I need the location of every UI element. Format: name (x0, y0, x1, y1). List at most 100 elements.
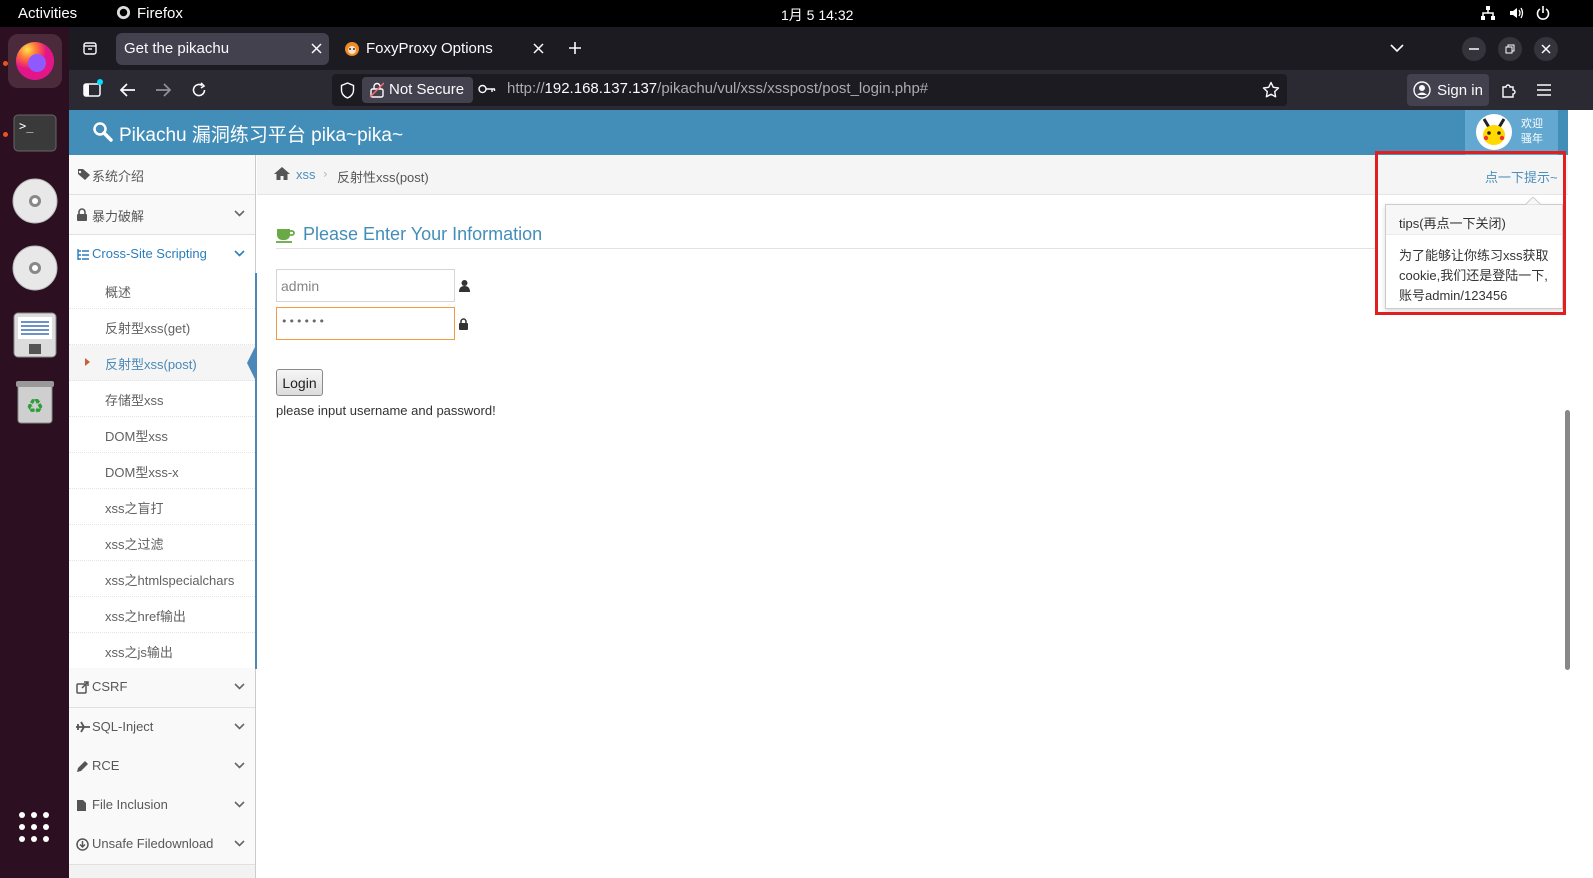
sidebar-item-sql-inject[interactable]: SQL-Inject (69, 708, 255, 748)
breadcrumb-parent-link[interactable]: xss (296, 167, 316, 182)
subitem-label: 反射型xss(get) (105, 321, 191, 336)
tracking-shield-icon[interactable] (340, 82, 355, 99)
dock-disc-icon-2[interactable] (8, 241, 62, 295)
chevron-down-icon (234, 723, 245, 730)
tab-get-the-pikachu[interactable]: Get the pikachu (116, 33, 329, 65)
new-tab-plus-icon[interactable] (562, 35, 588, 61)
sidebar-item-csrf[interactable]: CSRF (69, 668, 255, 708)
sidebar-item-unsafe-filedownload[interactable]: Unsafe Filedownload (69, 825, 255, 865)
firefox-view-icon[interactable] (77, 35, 103, 61)
clock[interactable]: 1月 5 14:32 (781, 5, 853, 25)
power-icon[interactable] (1535, 5, 1551, 21)
chevron-down-icon (234, 840, 245, 847)
sidebar-item-rce[interactable]: RCE (69, 747, 255, 787)
sidebar-subitem-xss-dom-x[interactable]: DOM型xss-x (69, 453, 255, 489)
dock-trash-icon[interactable]: ♻ (8, 375, 62, 429)
sidebar-subitem-xss-stored[interactable]: 存储型xss (69, 381, 255, 417)
password-value: •••••• (281, 315, 326, 328)
main-content: Please Enter Your Information admin ••••… (257, 195, 1568, 878)
firefox-small-icon (116, 5, 131, 20)
sidebar-subitem-xss-get[interactable]: 反射型xss(get) (69, 309, 255, 345)
sidebar-item-bruteforce[interactable]: 暴力破解 (69, 195, 255, 235)
subitem-label: xss之js输出 (105, 645, 173, 660)
coffee-cup-icon (276, 228, 295, 243)
welcome-line-2: 骚年 (1521, 132, 1543, 145)
login-button[interactable]: Login (276, 369, 323, 396)
bookmark-star-icon[interactable] (1262, 81, 1280, 99)
tab-close-icon[interactable] (533, 43, 544, 54)
site-title[interactable]: Pikachu 漏洞练习平台 pika~pika~ (119, 120, 403, 147)
password-input[interactable]: •••••• (276, 307, 455, 340)
sidebar-subitem-xss-dom[interactable]: DOM型xss (69, 417, 255, 453)
username-input[interactable]: admin (276, 269, 455, 302)
subitem-label: DOM型xss (105, 429, 168, 444)
breadcrumb: xss › 反射性xss(post) 点一下提示~ (257, 155, 1568, 195)
sidebar-subitem-xss-filter[interactable]: xss之过滤 (69, 525, 255, 561)
browser-tab-bar: Get the pikachu FoxyProxy Options (69, 27, 1593, 70)
reload-icon[interactable] (186, 77, 212, 103)
tab-foxyproxy-options[interactable]: FoxyProxy Options (337, 33, 550, 65)
close-window-icon[interactable] (1534, 37, 1558, 61)
volume-icon[interactable] (1508, 5, 1524, 21)
svg-text:>_: >_ (19, 119, 34, 133)
username-value: admin (281, 278, 320, 294)
sidebar-item-intro[interactable]: 系统介绍 (69, 155, 255, 195)
extensions-puzzle-icon[interactable] (1496, 77, 1522, 103)
sidebar-subitem-xss-href[interactable]: xss之href输出 (69, 597, 255, 633)
sidebar-item-file-inclusion[interactable]: File Inclusion (69, 786, 255, 826)
sidebar-subitem-xss-blind[interactable]: xss之盲打 (69, 489, 255, 525)
app-menu-label[interactable]: Firefox (137, 5, 183, 22)
tab-title: FoxyProxy Options (366, 40, 493, 57)
hamburger-menu-icon[interactable] (1531, 77, 1557, 103)
running-indicator (3, 132, 8, 137)
url-text: http://192.168.137.137/pikachu/vul/xss/x… (507, 80, 928, 97)
svg-text:♻: ♻ (26, 394, 44, 418)
show-apps-grid-icon[interactable] (18, 811, 51, 844)
sidebar-subitem-xss-htmlspecialchars[interactable]: xss之htmlspecialchars (69, 561, 255, 597)
page-scrollbar[interactable] (1565, 110, 1593, 878)
insecure-lock-icon (370, 82, 384, 98)
sidebar-subitem-xss-post[interactable]: 反射型xss(post) (69, 345, 256, 381)
subitem-label: xss之盲打 (105, 501, 164, 516)
chevron-down-icon (234, 210, 245, 217)
sign-in-label: Sign in (1437, 81, 1483, 99)
lock-icon (459, 318, 468, 330)
sidebar-item-label: SQL-Inject (92, 719, 154, 734)
status-message: please input username and password! (276, 403, 496, 418)
sidebar-item-label: Unsafe Filedownload (92, 836, 214, 851)
network-icon[interactable] (1480, 5, 1496, 21)
breadcrumb-current: 反射性xss(post) (337, 170, 429, 185)
home-icon[interactable] (273, 166, 291, 181)
forward-arrow-icon[interactable] (150, 77, 176, 103)
pencil-icon (76, 760, 89, 773)
back-arrow-icon[interactable] (115, 77, 141, 103)
sidebar-toggle-icon[interactable] (79, 77, 105, 103)
sidebar-subitem-xss-overview[interactable]: 概述 (69, 273, 255, 309)
pikachu-avatar (1475, 113, 1513, 151)
chevron-down-icon (234, 762, 245, 769)
account-icon (1413, 81, 1431, 99)
restore-window-icon[interactable] (1498, 37, 1522, 61)
tab-close-icon[interactable] (311, 43, 322, 54)
subitem-label: DOM型xss-x (105, 465, 179, 480)
url-host: 192.168.137.137 (544, 80, 658, 97)
dock-disc-icon[interactable] (8, 174, 62, 228)
tag-icon (76, 168, 91, 181)
sidebar-subitem-xss-js[interactable]: xss之js输出 (69, 633, 255, 669)
activities-button[interactable]: Activities (18, 5, 77, 22)
list-all-tabs-chevron-icon[interactable] (1384, 35, 1410, 61)
dock-text-editor-icon[interactable] (8, 308, 62, 362)
scrollbar-thumb[interactable] (1565, 410, 1570, 670)
url-path: /pikachu/vul/xss/xsspost/post_login.php# (657, 80, 929, 97)
not-secure-badge[interactable]: Not Secure (362, 77, 473, 103)
sign-in-button[interactable]: Sign in (1407, 74, 1489, 106)
minimize-window-icon[interactable] (1462, 37, 1486, 61)
user-welcome-box[interactable]: 欢迎 骚年 (1465, 110, 1558, 155)
sidebar-nav: 系统介绍 暴力破解 Cross-Site Scripting 概述 反射型xss… (69, 155, 257, 878)
sidebar-item-xss[interactable]: Cross-Site Scripting (69, 235, 255, 275)
key-icon[interactable] (478, 83, 496, 95)
dock-terminal-icon[interactable]: >_ (8, 106, 62, 160)
chevron-down-icon (234, 801, 245, 808)
url-bar[interactable]: Not Secure http://192.168.137.137/pikach… (332, 74, 1287, 106)
dock-firefox-icon[interactable] (8, 34, 62, 88)
